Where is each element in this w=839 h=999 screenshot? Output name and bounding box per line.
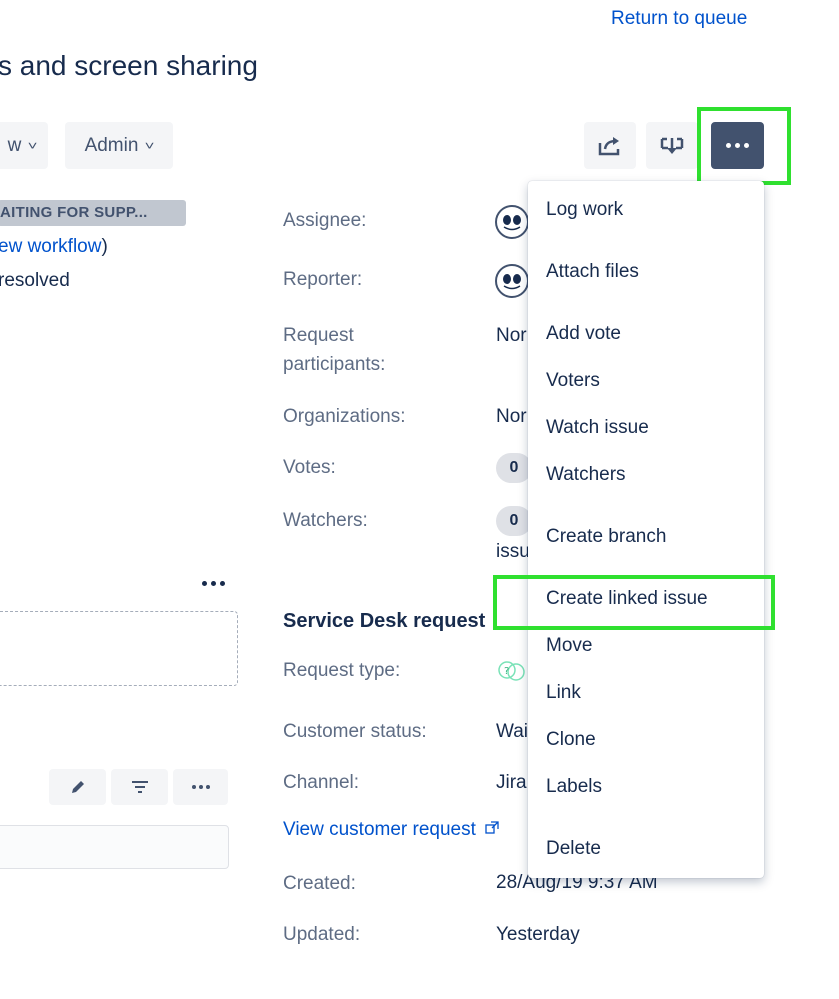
description-placeholder[interactable] — [0, 611, 238, 686]
request-participants-label-line2: participants: — [283, 354, 386, 375]
pencil-icon — [71, 781, 84, 793]
votes-count-badge[interactable]: 0 — [496, 453, 532, 483]
return-to-queue-link[interactable]: Return to queue — [611, 8, 747, 30]
request-participants-label: Request participants: — [283, 321, 385, 379]
chevron-down-icon: ˅ — [145, 138, 155, 153]
assignee-label: Assignee: — [283, 210, 367, 231]
menu-item-voters[interactable]: Voters — [546, 370, 600, 392]
admin-dropdown-button[interactable]: Admin ˅ — [65, 122, 173, 169]
request-participants-value: Nor — [496, 325, 527, 346]
service-desk-section-title: Service Desk request — [283, 610, 486, 632]
more-icon — [191, 785, 210, 789]
updated-value: Yesterday — [496, 924, 580, 945]
menu-item-labels[interactable]: Labels — [546, 776, 602, 798]
view-customer-request-link[interactable]: View customer request — [283, 819, 476, 840]
created-label: Created: — [283, 873, 356, 894]
export-icon — [660, 137, 684, 154]
external-link-icon — [485, 821, 499, 834]
admin-button-label: Admin — [84, 134, 139, 156]
view-workflow-link[interactable]: ew workflow — [0, 236, 101, 257]
page-title: s and screen sharing — [0, 50, 258, 81]
watchers-count-badge[interactable]: 0 — [496, 506, 532, 536]
svg-text:?: ? — [504, 666, 509, 677]
comment-input[interactable] — [0, 825, 229, 869]
channel-value: Jira — [496, 772, 527, 793]
menu-item-clone[interactable]: Clone — [546, 729, 596, 751]
workflow-row: ew workflow) — [0, 236, 108, 258]
watch-issue-link[interactable]: issu — [496, 541, 530, 563]
edit-button[interactable] — [49, 769, 106, 805]
workflow-paren: ) — [101, 236, 108, 257]
view-customer-request-row[interactable]: View customer request — [283, 819, 499, 841]
menu-item-delete[interactable]: Delete — [546, 838, 601, 860]
share-icon — [598, 136, 620, 155]
menu-item-watchers[interactable]: Watchers — [546, 464, 626, 486]
assignee-avatar[interactable] — [495, 205, 529, 239]
organizations-value: Nor — [496, 406, 527, 427]
status-badge[interactable]: AITING FOR SUPP... — [0, 200, 186, 226]
more-button-highlight — [697, 107, 791, 185]
customer-status-value: Wai — [496, 721, 529, 742]
reporter-label: Reporter: — [283, 269, 363, 290]
request-type-icon: ? — [498, 661, 525, 681]
export-button[interactable] — [646, 122, 698, 169]
share-button[interactable] — [584, 122, 636, 169]
menu-item-move[interactable]: Move — [546, 635, 592, 657]
menu-item-log-work[interactable]: Log work — [546, 199, 623, 221]
customer-status-label: Customer status: — [283, 721, 427, 742]
skull-avatar-icon — [498, 208, 526, 236]
skull-avatar-icon — [498, 267, 526, 295]
updated-label: Updated: — [283, 924, 361, 945]
filter-icon — [131, 781, 148, 793]
menu-item-watch-issue[interactable]: Watch issue — [546, 417, 649, 439]
activity-more-icon[interactable] — [202, 581, 225, 586]
reporter-avatar[interactable] — [495, 264, 529, 298]
resolution-value: resolved — [0, 270, 70, 291]
menu-item-create-branch[interactable]: Create branch — [546, 526, 666, 548]
votes-label: Votes: — [283, 457, 336, 478]
menu-item-add-vote[interactable]: Add vote — [546, 323, 621, 345]
create-linked-issue-highlight — [493, 575, 775, 630]
filter-button[interactable] — [111, 769, 168, 805]
workflow-dropdown-button[interactable]: w ˅ — [0, 122, 48, 169]
watchers-label: Watchers: — [283, 510, 368, 531]
organizations-label: Organizations: — [283, 406, 406, 427]
chevron-down-icon: ˅ — [27, 138, 38, 153]
comment-more-button[interactable] — [173, 769, 228, 805]
menu-item-attach-files[interactable]: Attach files — [546, 261, 639, 283]
channel-label: Channel: — [283, 772, 360, 793]
request-type-label: Request type: — [283, 660, 401, 681]
menu-item-link[interactable]: Link — [546, 682, 581, 704]
request-participants-label-line1: Request — [283, 325, 354, 346]
workflow-button-label: w — [7, 134, 22, 156]
